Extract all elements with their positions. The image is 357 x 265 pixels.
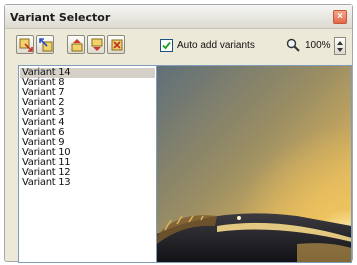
move-down-icon: [91, 38, 103, 51]
delete-variant-icon: [111, 39, 123, 51]
select-variants-button[interactable]: [16, 35, 34, 54]
deselect-variants-button[interactable]: [36, 35, 54, 54]
spin-down-icon[interactable]: [337, 48, 343, 52]
move-down-button[interactable]: [87, 35, 105, 54]
checkmark-icon: [162, 41, 171, 50]
zoom-value[interactable]: 100%: [305, 40, 331, 51]
select-variants-icon: [19, 38, 33, 52]
close-button[interactable]: ×: [333, 10, 347, 24]
delete-variant-button[interactable]: [107, 35, 125, 54]
zoom-icon: [286, 38, 300, 52]
move-up-icon: [71, 39, 83, 52]
list-item[interactable]: Variant 13: [22, 178, 71, 188]
variant-list[interactable]: Variant 14 Variant 8 Variant 7 Variant 2…: [18, 65, 157, 263]
preview-photo: [157, 66, 351, 262]
variant-preview-image: [157, 65, 352, 263]
deselect-variants-icon: [39, 38, 53, 52]
move-up-button[interactable]: [67, 35, 85, 54]
close-icon: ×: [337, 11, 343, 22]
auto-add-variants-label: Auto add variants: [177, 40, 255, 51]
zoom-spinner[interactable]: [334, 37, 346, 55]
window-title: Variant Selector: [10, 11, 111, 24]
spin-up-icon[interactable]: [337, 41, 343, 45]
variant-selector-window: Variant Selector × Auto add variants 100…: [4, 4, 353, 263]
title-bar[interactable]: Variant Selector ×: [5, 5, 352, 29]
auto-add-variants-checkbox[interactable]: [160, 39, 173, 52]
toolbar: Auto add variants 100%: [5, 31, 352, 61]
